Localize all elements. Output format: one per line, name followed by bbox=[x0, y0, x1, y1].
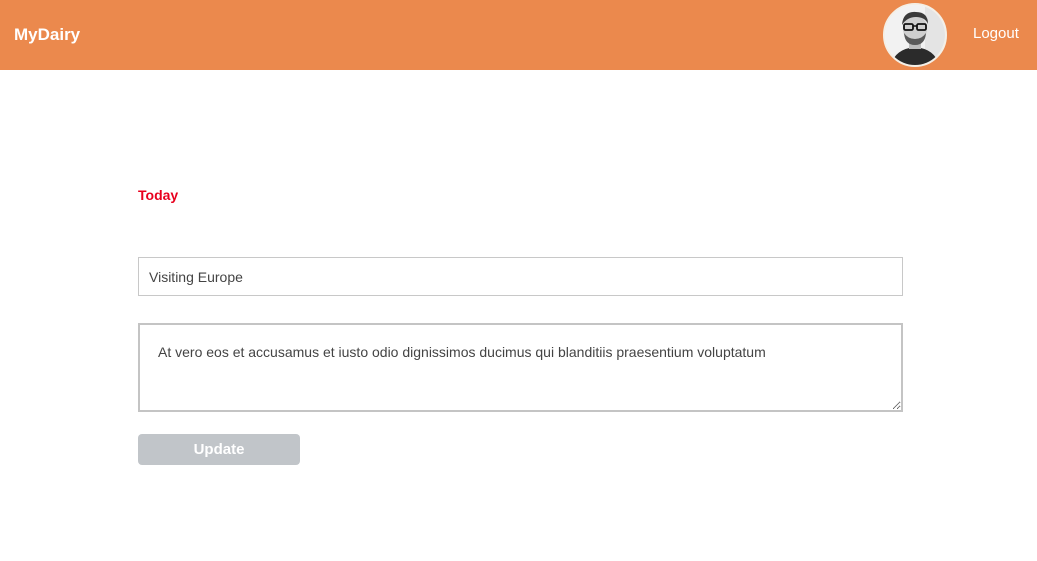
top-navbar: MyDairy Logout bbox=[0, 0, 1037, 70]
logout-link[interactable]: Logout bbox=[973, 24, 1019, 44]
update-button[interactable]: Update bbox=[138, 434, 300, 465]
entry-body-textarea[interactable]: At vero eos et accusamus et iusto odio d… bbox=[138, 323, 903, 412]
entry-title-input[interactable] bbox=[138, 257, 903, 296]
user-avatar[interactable] bbox=[883, 3, 947, 67]
avatar-photo-icon bbox=[885, 5, 945, 65]
entry-date-label: Today bbox=[138, 187, 179, 203]
brand-logo[interactable]: MyDairy bbox=[14, 24, 80, 46]
